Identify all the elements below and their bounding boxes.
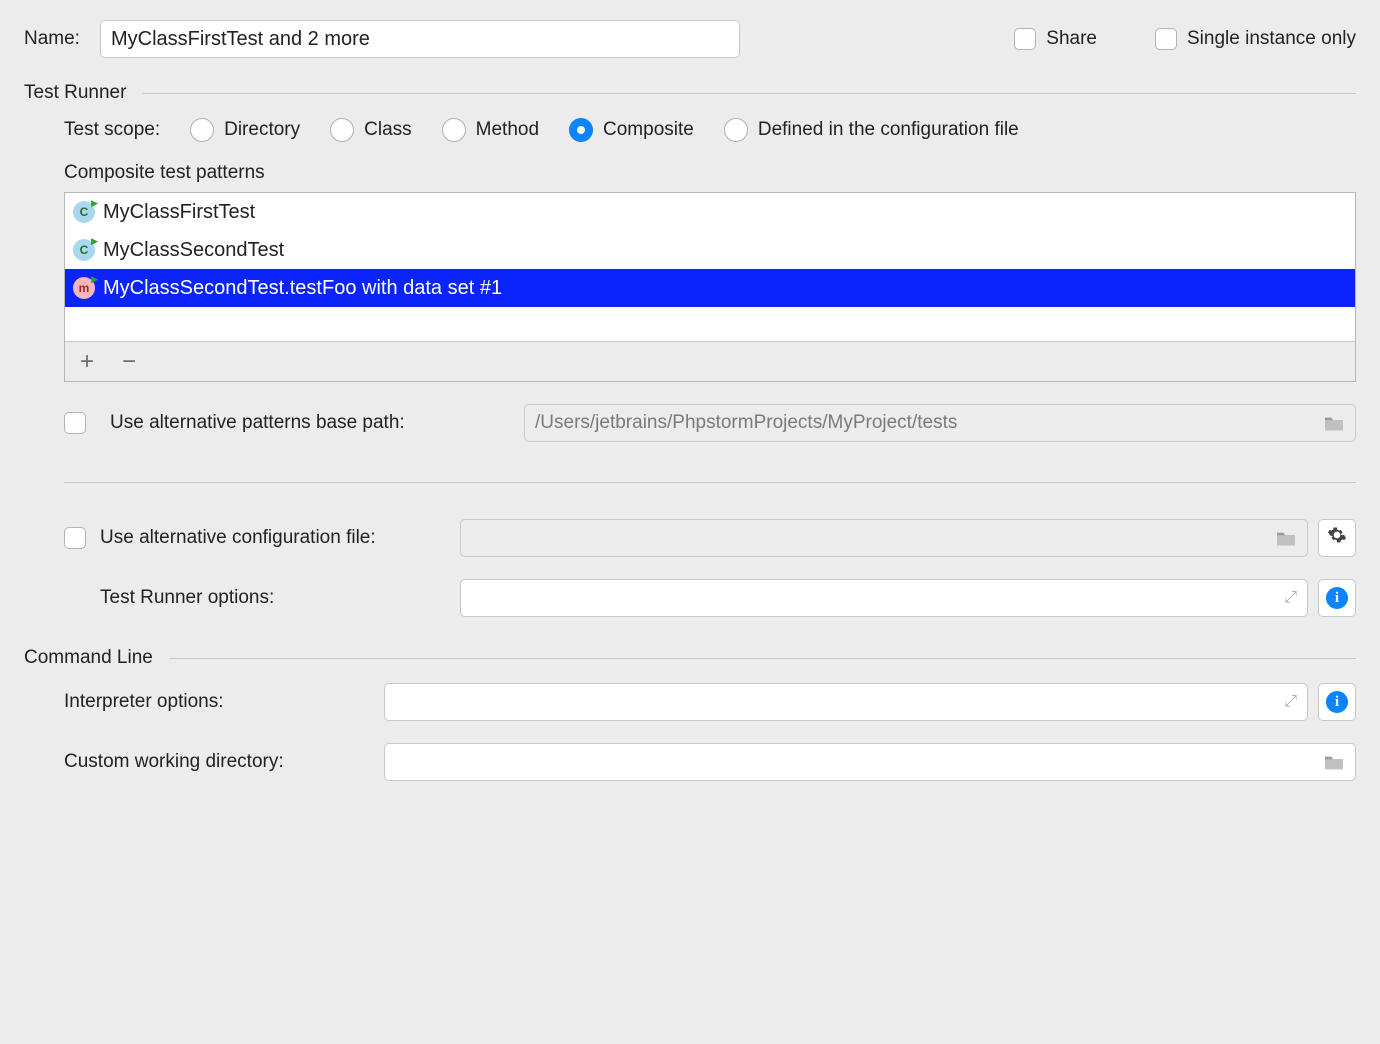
expand-icon[interactable]: ⤢ xyxy=(1284,589,1297,607)
composite-patterns-list: MyClassFirstTest MyClassSecondTest MyCla… xyxy=(64,192,1356,382)
remove-button[interactable]: − xyxy=(117,350,141,374)
runner-options-label: Test Runner options: xyxy=(100,587,460,609)
share-label: Share xyxy=(1046,28,1097,50)
radio-directory-label: Directory xyxy=(224,119,300,141)
single-instance-checkbox[interactable] xyxy=(1155,28,1177,50)
list-item-label: MyClassFirstTest xyxy=(103,201,255,224)
radio-method[interactable] xyxy=(442,118,466,142)
alt-config-label: Use alternative configuration file: xyxy=(100,527,460,549)
name-input[interactable] xyxy=(100,20,740,58)
info-button[interactable]: i xyxy=(1318,683,1356,721)
gear-icon xyxy=(1327,525,1347,551)
radio-defined[interactable] xyxy=(724,118,748,142)
test-runner-section-title: Test Runner xyxy=(24,82,126,104)
list-item[interactable]: MyClassSecondTest.testFoo with data set … xyxy=(65,269,1355,307)
radio-composite[interactable] xyxy=(569,118,593,142)
radio-directory[interactable] xyxy=(190,118,214,142)
info-button[interactable]: i xyxy=(1318,579,1356,617)
test-scope-label: Test scope: xyxy=(64,119,160,141)
divider xyxy=(142,93,1356,94)
radio-composite-label: Composite xyxy=(603,119,694,141)
method-icon xyxy=(73,277,95,299)
scope-option-composite[interactable]: Composite xyxy=(569,118,694,142)
radio-method-label: Method xyxy=(476,119,539,141)
scope-option-defined[interactable]: Defined in the configuration file xyxy=(724,118,1019,142)
list-item[interactable]: MyClassSecondTest xyxy=(65,231,1355,269)
folder-icon[interactable] xyxy=(1323,753,1345,771)
name-label: Name: xyxy=(24,28,80,50)
scope-option-directory[interactable]: Directory xyxy=(190,118,300,142)
folder-icon[interactable] xyxy=(1323,414,1345,432)
divider xyxy=(64,482,1356,483)
working-dir-input[interactable] xyxy=(384,743,1356,781)
divider xyxy=(169,658,1356,659)
scope-option-method[interactable]: Method xyxy=(442,118,539,142)
settings-button[interactable] xyxy=(1318,519,1356,557)
list-item[interactable]: MyClassFirstTest xyxy=(65,193,1355,231)
class-icon xyxy=(73,201,95,223)
radio-class[interactable] xyxy=(330,118,354,142)
scope-option-class[interactable]: Class xyxy=(330,118,412,142)
share-checkbox[interactable] xyxy=(1014,28,1036,50)
class-icon xyxy=(73,239,95,261)
list-item-label: MyClassSecondTest.testFoo with data set … xyxy=(103,277,502,300)
single-instance-label: Single instance only xyxy=(1187,28,1356,50)
interpreter-options-input[interactable]: ⤢ xyxy=(384,683,1308,721)
radio-defined-label: Defined in the configuration file xyxy=(758,119,1019,141)
single-instance-checkbox-row[interactable]: Single instance only xyxy=(1155,28,1356,50)
working-dir-label: Custom working directory: xyxy=(64,751,384,773)
info-icon: i xyxy=(1326,691,1348,713)
expand-icon[interactable]: ⤢ xyxy=(1284,693,1297,711)
alt-config-checkbox[interactable] xyxy=(64,527,86,549)
command-line-section-title: Command Line xyxy=(24,647,153,669)
radio-class-label: Class xyxy=(364,119,412,141)
alt-base-path-label: Use alternative patterns base path: xyxy=(110,412,510,434)
share-checkbox-row[interactable]: Share xyxy=(1014,28,1097,50)
alt-base-path-value: /Users/jetbrains/PhpstormProjects/MyProj… xyxy=(535,412,957,434)
interpreter-options-label: Interpreter options: xyxy=(64,691,384,713)
alt-base-path-checkbox[interactable] xyxy=(64,412,86,434)
runner-options-input[interactable]: ⤢ xyxy=(460,579,1308,617)
info-icon: i xyxy=(1326,587,1348,609)
folder-icon[interactable] xyxy=(1275,529,1297,547)
composite-patterns-label: Composite test patterns xyxy=(64,162,1356,184)
add-button[interactable]: + xyxy=(75,350,99,374)
list-item-label: MyClassSecondTest xyxy=(103,239,284,262)
